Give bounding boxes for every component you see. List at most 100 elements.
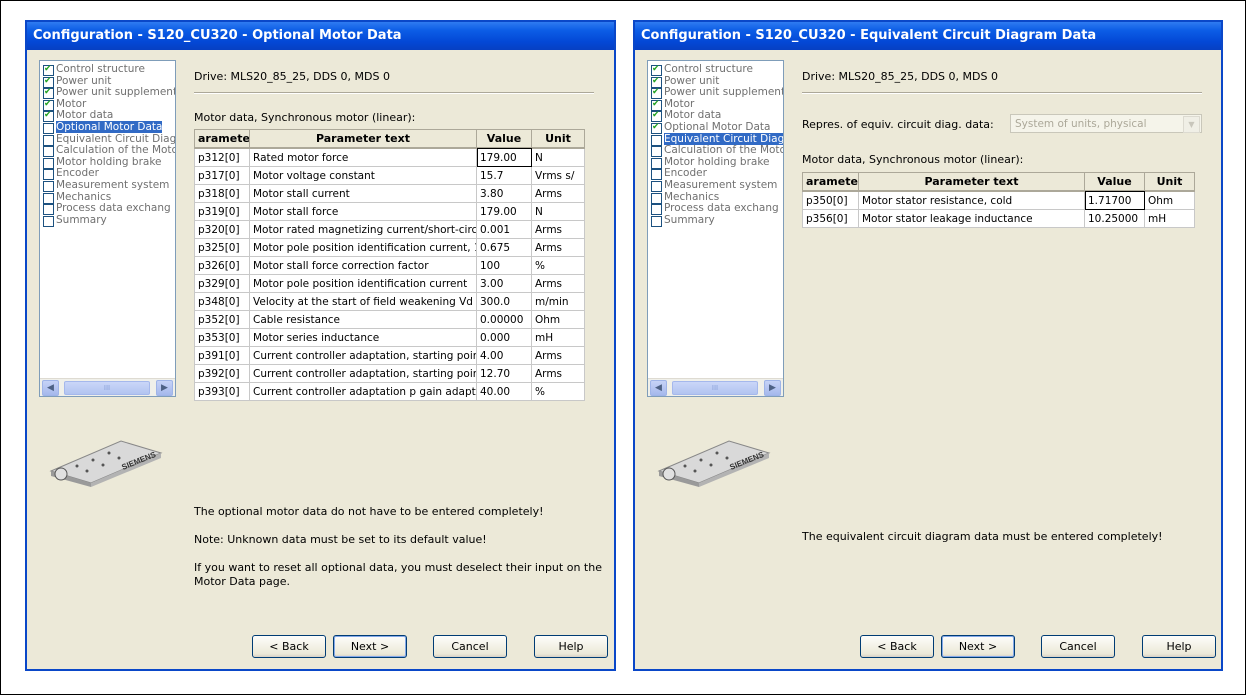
checkbox-unchecked-icon bbox=[651, 146, 662, 158]
value-cell[interactable]: 300.0 bbox=[476, 292, 532, 311]
checkbox-unchecked-icon bbox=[651, 204, 662, 216]
cancel-button[interactable]: Cancel bbox=[433, 635, 507, 658]
column-header-parameter[interactable]: aramete bbox=[802, 172, 859, 192]
scroll-left-arrow-icon[interactable]: ◀ bbox=[650, 380, 667, 396]
wizard-steps-panel[interactable]: Control structurePower unitPower unit su… bbox=[39, 60, 176, 397]
wizard-step-item[interactable]: Summary bbox=[648, 213, 783, 227]
table-row[interactable]: p350[0] Motor stator resistance, cold 1.71… bbox=[802, 190, 1195, 210]
parameter-text-cell: Motor voltage constant bbox=[249, 166, 477, 185]
wizard-steps-list: Control structurePower unitPower unit su… bbox=[648, 63, 783, 227]
checkbox-unchecked-icon bbox=[43, 134, 54, 146]
value-cell[interactable]: 1.71700 bbox=[1084, 190, 1145, 210]
wizard-steps-panel[interactable]: Control structurePower unitPower unit su… bbox=[647, 60, 784, 397]
value-cell[interactable]: 0.00000 bbox=[476, 310, 532, 329]
parameter-text-cell: Motor stall force bbox=[249, 202, 477, 221]
wizard-step-label: Encoder bbox=[664, 167, 707, 180]
unit-cell: Arms bbox=[531, 220, 585, 239]
next-button[interactable]: Next > bbox=[941, 635, 1015, 658]
next-button[interactable]: Next > bbox=[333, 635, 407, 658]
checkbox-unchecked-icon bbox=[651, 134, 662, 146]
value-cell[interactable]: 0.001 bbox=[476, 220, 532, 239]
checkbox-unchecked-icon bbox=[43, 192, 54, 204]
scroll-left-arrow-icon[interactable]: ◀ bbox=[42, 380, 59, 396]
repres-select[interactable]: System of units, physical ▼ bbox=[1010, 114, 1202, 133]
table-row[interactable]: p392[0] Current controller adaptation, st… bbox=[194, 364, 585, 383]
value-cell[interactable]: 3.00 bbox=[476, 274, 532, 293]
value-cell[interactable]: 15.7 bbox=[476, 166, 532, 185]
help-button[interactable]: Help bbox=[1142, 635, 1216, 658]
value-cell[interactable]: 4.00 bbox=[476, 346, 532, 365]
parameter-text-cell: Current controller adaptation, starting … bbox=[249, 346, 477, 365]
table-row[interactable]: p348[0] Velocity at the start of field we… bbox=[194, 292, 585, 311]
value-cell[interactable]: 0.675 bbox=[476, 238, 532, 257]
help-button[interactable]: Help bbox=[534, 635, 608, 658]
horizontal-scrollbar[interactable]: ◀ III ▶ bbox=[648, 378, 783, 396]
column-header-value[interactable]: Value bbox=[476, 129, 532, 149]
unit-cell: m/min bbox=[531, 292, 585, 311]
back-button[interactable]: < Back bbox=[252, 635, 326, 658]
scroll-thumb[interactable]: III bbox=[64, 381, 150, 395]
info-message-optional: The optional motor data do not have to b… bbox=[194, 505, 544, 518]
checkbox-unchecked-icon bbox=[651, 192, 662, 204]
column-header-parameter-text[interactable]: Parameter text bbox=[249, 129, 477, 149]
table-row[interactable]: p317[0] Motor voltage constant 15.7 Vrms s/ bbox=[194, 166, 585, 185]
parameter-text-cell: Rated motor force bbox=[249, 147, 477, 167]
value-cell[interactable]: 100 bbox=[476, 256, 532, 275]
table-row[interactable]: p318[0] Motor stall current 3.80 Arms bbox=[194, 184, 585, 203]
scroll-right-arrow-icon[interactable]: ▶ bbox=[156, 380, 173, 396]
column-header-parameter[interactable]: aramete bbox=[194, 129, 250, 149]
unit-cell: Arms bbox=[531, 364, 585, 383]
table-row[interactable]: p319[0] Motor stall force 179.00 N bbox=[194, 202, 585, 221]
value-cell[interactable]: 40.00 bbox=[476, 382, 532, 401]
cancel-button[interactable]: Cancel bbox=[1041, 635, 1115, 658]
scroll-right-arrow-icon[interactable]: ▶ bbox=[764, 380, 781, 396]
unit-cell: % bbox=[531, 382, 585, 401]
wizard-step-label: Motor data bbox=[664, 109, 722, 122]
table-row[interactable]: p325[0] Motor pole position identificatio… bbox=[194, 238, 585, 257]
wizard-step-label: Calculation of the Motc bbox=[56, 144, 176, 157]
table-row[interactable]: p353[0] Motor series inductance 0.000 mH bbox=[194, 328, 585, 347]
value-cell[interactable]: 0.000 bbox=[476, 328, 532, 347]
parameter-text-cell: Velocity at the start of field weakening… bbox=[249, 292, 477, 311]
parameter-table[interactable]: aramete Parameter text Value Unit p350[0… bbox=[802, 172, 1195, 228]
parameter-text-cell: Motor stator leakage inductance bbox=[858, 209, 1085, 228]
parameter-cell: p353[0] bbox=[194, 328, 250, 347]
wizard-step-item[interactable]: Optional Motor Data bbox=[648, 121, 783, 134]
parameter-table[interactable]: aramete Parameter text Value Unit p312[0… bbox=[194, 129, 585, 401]
parameter-cell: p391[0] bbox=[194, 346, 250, 365]
column-header-value[interactable]: Value bbox=[1084, 172, 1145, 192]
column-header-parameter-text[interactable]: Parameter text bbox=[858, 172, 1085, 192]
value-cell[interactable]: 10.25000 bbox=[1084, 209, 1145, 228]
table-row[interactable]: p352[0] Cable resistance 0.00000 Ohm bbox=[194, 310, 585, 329]
value-cell[interactable]: 179.00 bbox=[476, 202, 532, 221]
wizard-step-item[interactable]: Summary bbox=[40, 214, 175, 227]
parameter-text-cell: Motor pole position identification curre… bbox=[249, 238, 477, 257]
info-message-complete: The equivalent circuit diagram data must… bbox=[802, 530, 1163, 543]
unit-cell: N bbox=[531, 202, 585, 221]
wizard-step-label: Power unit bbox=[664, 74, 720, 87]
table-row[interactable]: p329[0] Motor pole position identificatio… bbox=[194, 274, 585, 293]
unit-cell: mH bbox=[531, 328, 585, 347]
value-cell[interactable]: 179.00 bbox=[476, 147, 532, 167]
parameter-text-cell: Motor stator resistance, cold bbox=[858, 190, 1085, 210]
table-row[interactable]: p326[0] Motor stall force correction fact… bbox=[194, 256, 585, 275]
siemens-linear-motor-image: SIEMENS bbox=[657, 440, 771, 487]
wizard-step-label: Summary bbox=[664, 213, 715, 226]
value-cell[interactable]: 12.70 bbox=[476, 364, 532, 383]
scroll-thumb[interactable]: III bbox=[672, 381, 758, 395]
table-row[interactable]: p393[0] Current controller adaptation p g… bbox=[194, 382, 585, 401]
column-header-unit[interactable]: Unit bbox=[531, 129, 585, 149]
table-row[interactable]: p320[0] Motor rated magnetizing current/s… bbox=[194, 220, 585, 239]
table-row[interactable]: p391[0] Current controller adaptation, st… bbox=[194, 346, 585, 365]
table-row[interactable]: p356[0] Motor stator leakage inductance 10… bbox=[802, 209, 1195, 228]
value-cell[interactable]: 3.80 bbox=[476, 184, 532, 203]
back-button[interactable]: < Back bbox=[860, 635, 934, 658]
checkbox-checked-icon bbox=[651, 87, 662, 100]
horizontal-scrollbar[interactable]: ◀ III ▶ bbox=[40, 378, 175, 396]
column-header-unit[interactable]: Unit bbox=[1144, 172, 1195, 192]
unit-cell: Ohm bbox=[531, 310, 585, 329]
chevron-down-icon[interactable]: ▼ bbox=[1183, 116, 1200, 133]
checkbox-checked-icon bbox=[43, 110, 54, 123]
checkbox-checked-icon bbox=[43, 99, 54, 111]
table-row[interactable]: p312[0] Rated motor force 179.00 N bbox=[194, 147, 585, 167]
